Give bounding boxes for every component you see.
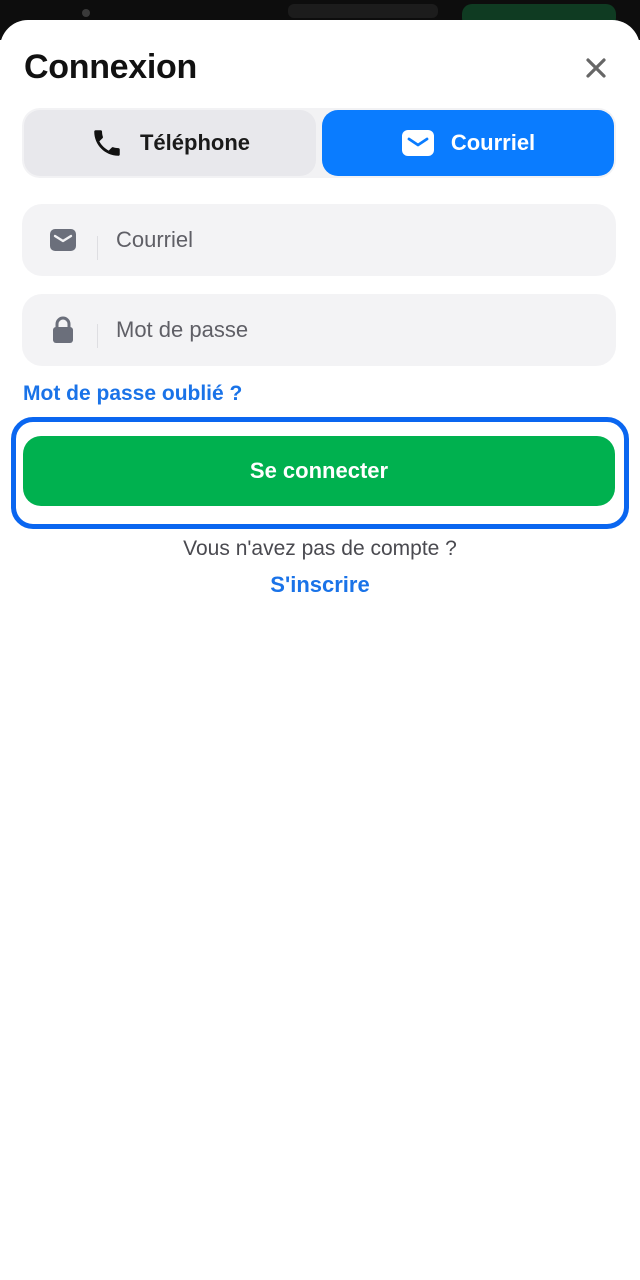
close-icon [586,58,606,78]
email-field [22,204,616,276]
mail-icon [401,130,434,156]
lock-icon [53,316,73,343]
password-field [22,294,616,366]
signup-link[interactable]: S'inscrire [0,572,640,598]
login-sheet: Connexion Téléphone Courriel Courriel Mo… [0,20,640,1280]
close-button[interactable] [576,48,616,88]
tab-courriel[interactable]: Courriel [322,110,614,176]
password-input[interactable] [104,317,616,343]
email-field-icon-wrap [22,228,104,260]
email-input[interactable] [104,227,616,253]
mail-icon [50,229,76,251]
no-account-text: Vous n'avez pas de compte ? [183,537,457,560]
login-method-tabs: Téléphone Courriel [22,108,616,178]
phone-icon [94,130,120,156]
password-field-icon-wrap [22,316,104,348]
forgot-password-link[interactable]: Mot de passe oublié ? [23,382,242,406]
background-bar [288,4,438,18]
login-button[interactable]: Se connecter [23,436,615,506]
tab-label: Courriel [450,130,536,155]
status-dot [82,9,90,17]
tab-telephone[interactable]: Téléphone [24,110,316,176]
tab-label: Téléphone [139,130,250,155]
page-title: Connexion [24,48,197,86]
